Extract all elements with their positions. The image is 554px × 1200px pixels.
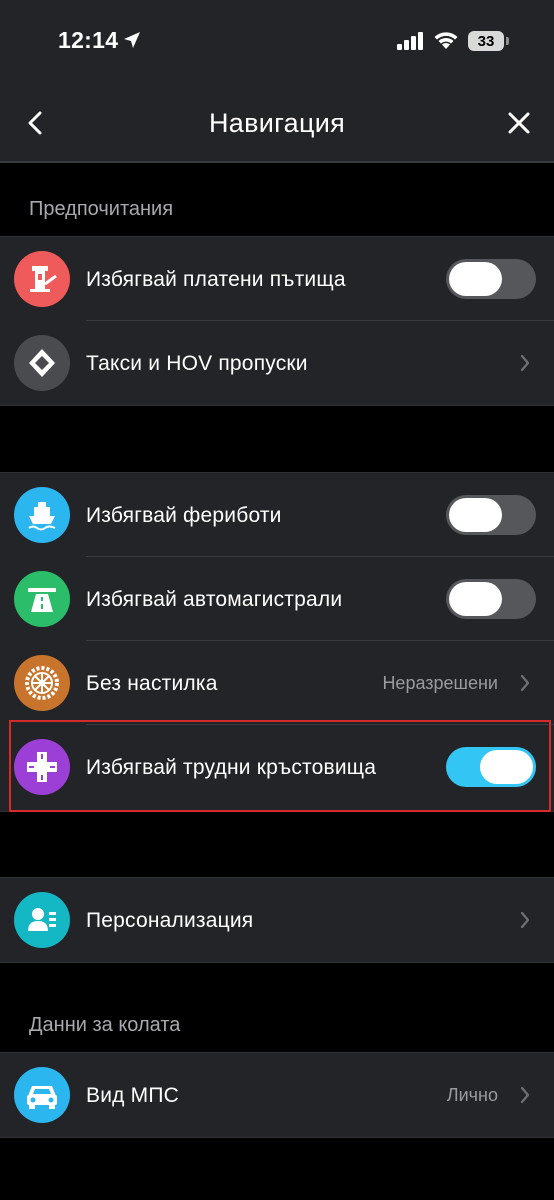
- battery-cap: [506, 37, 509, 45]
- row-label: Избягвай трудни кръстовища: [86, 755, 377, 779]
- unpaved-roads-value: Неразрешени: [382, 672, 498, 693]
- row-label: Персонализация: [86, 908, 254, 932]
- location-arrow-icon: [124, 32, 140, 48]
- avoid-ferries-row[interactable]: Избягвай фериботи: [0, 473, 554, 557]
- battery-indicator: 33: [468, 31, 504, 51]
- personalization-row[interactable]: Персонализация: [0, 878, 554, 962]
- row-label: Избягвай фериботи: [86, 503, 282, 527]
- intersection-icon: [14, 739, 70, 795]
- toggle-knob: [480, 750, 533, 784]
- avoid-highways-toggle[interactable]: [446, 579, 536, 619]
- chevron-right-icon: [520, 911, 530, 929]
- nav-header: Навигация: [0, 90, 554, 156]
- chevron-right-icon: [520, 674, 530, 692]
- row-label: Избягвай платени пътища: [86, 267, 346, 291]
- row-label: Избягвай автомагистрали: [86, 587, 343, 611]
- toggle-knob: [449, 498, 502, 532]
- car-icon: [14, 1067, 70, 1123]
- row-label: Такси и HOV пропуски: [86, 351, 308, 375]
- status-time: 12:14: [58, 27, 119, 53]
- avoid-toll-roads-toggle[interactable]: [446, 259, 536, 299]
- chevron-right-icon: [520, 1086, 530, 1104]
- section-label-car-data: Данни за колата: [29, 1014, 181, 1036]
- vehicle-type-value: Лично: [446, 1084, 498, 1105]
- toll-booth-icon: [14, 251, 70, 307]
- unpaved-roads-row[interactable]: Без настилка Неразрешени: [0, 641, 554, 725]
- section-label-preferences: Предпочитания: [29, 198, 174, 220]
- diamond-lane-icon: [14, 335, 70, 391]
- avoid-difficult-intersections-row[interactable]: Избягвай трудни кръстовища: [0, 725, 554, 809]
- status-bar: 12:14 33: [0, 0, 554, 80]
- avoidance-group: Избягвай фериботи Избягвай автомагистрал…: [0, 472, 554, 812]
- profile-card-icon: [14, 892, 70, 948]
- battery-level: 33: [477, 32, 495, 50]
- toggle-knob: [449, 262, 502, 296]
- car-data-group: Вид МПС Лично: [0, 1052, 554, 1138]
- toggle-knob: [449, 582, 502, 616]
- cellular-signal-icon: [397, 32, 423, 50]
- vehicle-type-row[interactable]: Вид МПС Лично: [0, 1053, 554, 1137]
- ferry-icon: [14, 487, 70, 543]
- wheel-icon: [14, 655, 70, 711]
- header-divider: [0, 161, 554, 163]
- page-title: Навигация: [208, 108, 346, 138]
- avoid-highways-row[interactable]: Избягвай автомагистрали: [0, 557, 554, 641]
- close-icon[interactable]: [506, 110, 532, 136]
- avoid-toll-roads-row[interactable]: Избягвай платени пътища: [0, 237, 554, 321]
- top-bar: 12:14 33 Навигация: [0, 0, 554, 162]
- personalization-group: Персонализация: [0, 877, 554, 963]
- avoid-difficult-intersections-toggle[interactable]: [446, 747, 536, 787]
- row-label: Без настилка: [86, 671, 218, 695]
- avoid-ferries-toggle[interactable]: [446, 495, 536, 535]
- taxi-hov-passes-row[interactable]: Такси и HOV пропуски: [0, 321, 554, 405]
- wifi-icon: [434, 32, 458, 49]
- chevron-right-icon: [520, 354, 530, 372]
- highway-icon: [14, 571, 70, 627]
- preferences-group: Избягвай платени пътища Такси и HOV проп…: [0, 236, 554, 406]
- row-label: Вид МПС: [86, 1083, 179, 1107]
